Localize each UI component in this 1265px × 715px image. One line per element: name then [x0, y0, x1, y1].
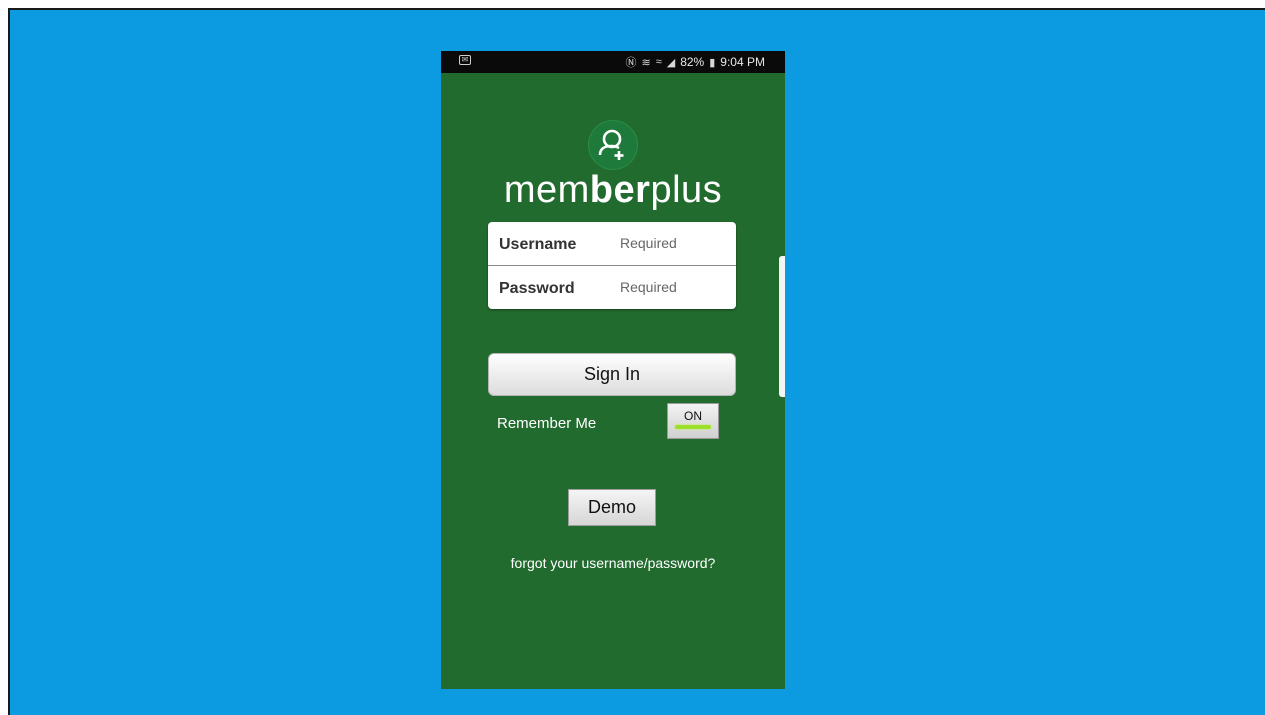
- username-label: Username: [499, 236, 577, 253]
- phone-screen: ✉ Ⓝ ≋ ≈ ◢ 82% ▮ 9:04 PM memberplus Usern…: [441, 51, 785, 689]
- brand-part-1: mem: [503, 169, 590, 211]
- remember-me-toggle[interactable]: ON: [667, 403, 719, 439]
- vibrate-icon: ≋: [641, 56, 651, 69]
- battery-icon: ▮: [709, 56, 716, 69]
- toggle-state: ON: [684, 409, 702, 423]
- username-row: Username: [488, 222, 736, 266]
- username-input[interactable]: [620, 232, 724, 254]
- battery-percent: 82%: [680, 55, 705, 69]
- login-form: Username Password: [488, 222, 736, 309]
- message-icon: ✉: [459, 55, 471, 65]
- wifi-icon: ≈: [655, 56, 662, 68]
- brand-logo: memberplus: [441, 169, 785, 212]
- brand-part-2: ber: [589, 169, 651, 211]
- nfc-icon: Ⓝ: [625, 57, 637, 69]
- user-plus-icon: [588, 120, 638, 170]
- password-input[interactable]: [620, 276, 724, 298]
- clock: 9:04 PM: [720, 55, 765, 69]
- signal-icon: ◢: [666, 56, 676, 69]
- side-scroll-handle[interactable]: [779, 256, 785, 397]
- status-right: Ⓝ ≋ ≈ ◢ 82% ▮ 9:04 PM: [625, 54, 765, 70]
- brand-part-3: plus: [650, 169, 723, 211]
- password-label: Password: [499, 280, 575, 297]
- status-bar: ✉ Ⓝ ≋ ≈ ◢ 82% ▮ 9:04 PM: [441, 51, 785, 73]
- toggle-indicator: [675, 425, 711, 429]
- demo-button[interactable]: Demo: [568, 489, 656, 526]
- forgot-credentials-link[interactable]: forgot your username/password?: [441, 555, 785, 571]
- password-row: Password: [488, 266, 736, 309]
- sign-in-button[interactable]: Sign In: [488, 353, 736, 396]
- remember-me-label: Remember Me: [497, 415, 597, 432]
